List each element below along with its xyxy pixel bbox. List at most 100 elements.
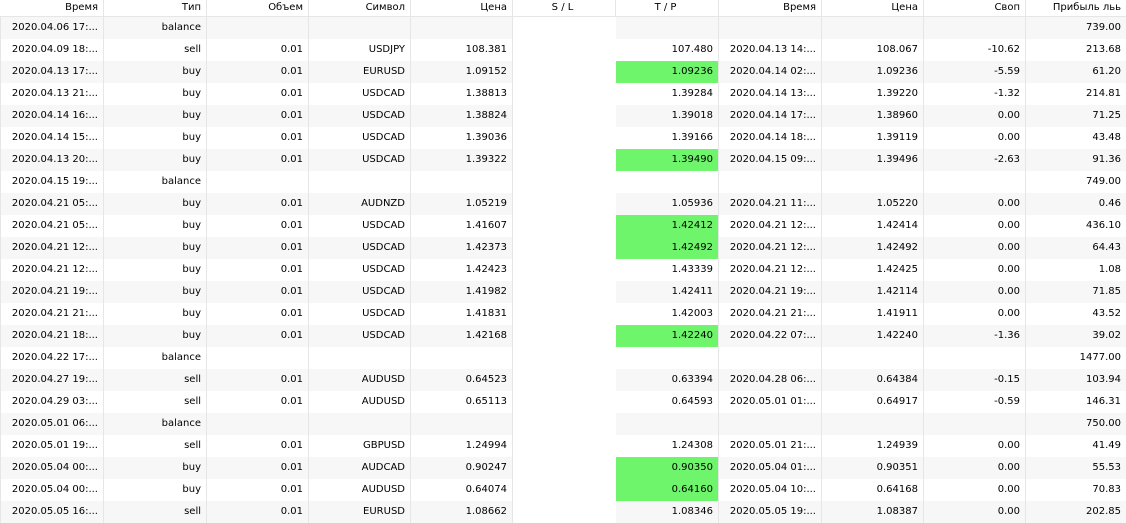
table-row[interactable]: 2020.05.05 16:...sell0.01EURUSD1.086621.… <box>1 501 1126 523</box>
cell-symbol: USDCAD <box>309 149 411 171</box>
table-row[interactable]: 2020.05.01 19:...sell0.01GBPUSD1.249941.… <box>1 435 1126 457</box>
header-open-time[interactable]: Время <box>1 0 104 16</box>
cell-price: 1.39036 <box>411 127 513 149</box>
cell-volume: 0.01 <box>207 501 309 523</box>
cell-symbol: AUDCAD <box>309 457 411 479</box>
table-row[interactable]: 2020.05.01 06:...balance750.00 <box>1 413 1126 435</box>
cell-take-profit: 1.24308 <box>616 435 719 457</box>
table-row[interactable]: 2020.04.27 19:...sell0.01AUDUSD0.645230.… <box>1 369 1126 391</box>
table-row[interactable]: 2020.04.21 12:...buy0.01USDCAD1.423731.4… <box>1 237 1126 259</box>
cell-type: sell <box>104 39 207 61</box>
cell-price: 1.08662 <box>411 501 513 523</box>
header-close-price[interactable]: Цена <box>822 0 924 16</box>
cell-close-price <box>822 171 924 193</box>
cell-close-time: 2020.04.14 13:... <box>719 83 822 105</box>
table-row[interactable]: 2020.04.13 17:...buy0.01EURUSD1.091521.0… <box>1 61 1126 83</box>
table-row[interactable]: 2020.04.13 20:...buy0.01USDCAD1.393221.3… <box>1 149 1126 171</box>
cell-stop-loss <box>513 391 616 413</box>
table-row[interactable]: 2020.05.04 00:...buy0.01AUDCAD0.902470.9… <box>1 457 1126 479</box>
cell-profit: 61.20 <box>1026 61 1126 83</box>
cell-open-time: 2020.04.06 17:... <box>1 16 104 39</box>
table-row[interactable]: 2020.04.21 18:...buy0.01USDCAD1.421681.4… <box>1 325 1126 347</box>
cell-type: balance <box>104 347 207 369</box>
cell-take-profit: 1.42412 <box>616 215 719 237</box>
cell-swap: -10.62 <box>924 39 1026 61</box>
table-row[interactable]: 2020.04.21 05:...buy0.01USDCAD1.416071.4… <box>1 215 1126 237</box>
cell-close-time: 2020.05.04 01:... <box>719 457 822 479</box>
cell-close-time: 2020.04.14 18:... <box>719 127 822 149</box>
cell-price: 1.42373 <box>411 237 513 259</box>
cell-profit: 43.48 <box>1026 127 1126 149</box>
table-row[interactable]: 2020.04.14 16:...buy0.01USDCAD1.388241.3… <box>1 105 1126 127</box>
cell-swap <box>924 171 1026 193</box>
cell-close-time: 2020.05.01 01:... <box>719 391 822 413</box>
cell-swap: -1.36 <box>924 325 1026 347</box>
cell-profit: 749.00 <box>1026 171 1126 193</box>
cell-price: 1.42168 <box>411 325 513 347</box>
header-volume[interactable]: Объем <box>207 0 309 16</box>
table-row[interactable]: 2020.04.29 03:...sell0.01AUDUSD0.651130.… <box>1 391 1126 413</box>
header-price[interactable]: Цена <box>411 0 513 16</box>
cell-volume: 0.01 <box>207 61 309 83</box>
table-row[interactable]: 2020.04.06 17:...balance739.00 <box>1 16 1126 39</box>
cell-swap: -1.32 <box>924 83 1026 105</box>
header-type[interactable]: Тип <box>104 0 207 16</box>
cell-close-time: 2020.04.15 09:... <box>719 149 822 171</box>
cell-volume: 0.01 <box>207 83 309 105</box>
table-row[interactable]: 2020.04.21 05:...buy0.01AUDNZD1.052191.0… <box>1 193 1126 215</box>
cell-close-time: 2020.04.28 06:... <box>719 369 822 391</box>
table-row[interactable]: 2020.04.09 18:...sell0.01USDJPY108.38110… <box>1 39 1126 61</box>
cell-price: 1.41831 <box>411 303 513 325</box>
table-row[interactable]: 2020.05.04 00:...buy0.01AUDUSD0.640740.6… <box>1 479 1126 501</box>
cell-type: buy <box>104 457 207 479</box>
table-row[interactable]: 2020.04.13 21:...buy0.01USDCAD1.388131.3… <box>1 83 1126 105</box>
header-take-profit[interactable]: T / P <box>616 0 719 16</box>
cell-open-time: 2020.04.15 19:... <box>1 171 104 193</box>
table-row[interactable]: 2020.04.15 19:...balance749.00 <box>1 171 1126 193</box>
header-symbol[interactable]: Символ <box>309 0 411 16</box>
cell-volume: 0.01 <box>207 237 309 259</box>
cell-stop-loss <box>513 237 616 259</box>
header-stop-loss[interactable]: S / L <box>513 0 616 16</box>
cell-profit: 1.08 <box>1026 259 1126 281</box>
cell-price <box>411 171 513 193</box>
table-row[interactable]: 2020.04.21 21:...buy0.01USDCAD1.418311.4… <box>1 303 1126 325</box>
cell-price: 1.38813 <box>411 83 513 105</box>
header-swap[interactable]: Своп <box>924 0 1026 16</box>
cell-symbol: USDJPY <box>309 39 411 61</box>
cell-type: buy <box>104 149 207 171</box>
cell-close-time: 2020.04.21 21:... <box>719 303 822 325</box>
cell-close-time: 2020.05.01 21:... <box>719 435 822 457</box>
cell-close-price: 1.42492 <box>822 237 924 259</box>
cell-stop-loss <box>513 215 616 237</box>
table-row[interactable]: 2020.04.14 15:...buy0.01USDCAD1.390361.3… <box>1 127 1126 149</box>
cell-type: buy <box>104 83 207 105</box>
cell-take-profit <box>616 171 719 193</box>
table-row[interactable]: 2020.04.22 17:...balance1477.00 <box>1 347 1126 369</box>
cell-type: buy <box>104 193 207 215</box>
cell-symbol <box>309 16 411 39</box>
cell-price: 1.24994 <box>411 435 513 457</box>
cell-take-profit: 1.42240 <box>616 325 719 347</box>
table-row[interactable]: 2020.04.21 12:...buy0.01USDCAD1.424231.4… <box>1 259 1126 281</box>
cell-take-profit <box>616 347 719 369</box>
cell-profit: 70.83 <box>1026 479 1126 501</box>
cell-stop-loss <box>513 501 616 523</box>
header-profit[interactable]: Прибыль льь <box>1026 0 1126 16</box>
cell-type: buy <box>104 127 207 149</box>
cell-close-time <box>719 347 822 369</box>
cell-swap <box>924 16 1026 39</box>
cell-volume: 0.01 <box>207 391 309 413</box>
cell-stop-loss <box>513 325 616 347</box>
cell-symbol: USDCAD <box>309 281 411 303</box>
cell-price: 1.38824 <box>411 105 513 127</box>
cell-type: buy <box>104 303 207 325</box>
cell-profit: 71.85 <box>1026 281 1126 303</box>
cell-type: balance <box>104 413 207 435</box>
header-close-time[interactable]: Время <box>719 0 822 16</box>
table-row[interactable]: 2020.04.21 19:...buy0.01USDCAD1.419821.4… <box>1 281 1126 303</box>
cell-close-price: 1.42240 <box>822 325 924 347</box>
cell-open-time: 2020.04.13 20:... <box>1 149 104 171</box>
cell-volume: 0.01 <box>207 457 309 479</box>
trade-history-table: Время Тип Объем Символ Цена S / L T / P … <box>0 0 1126 523</box>
